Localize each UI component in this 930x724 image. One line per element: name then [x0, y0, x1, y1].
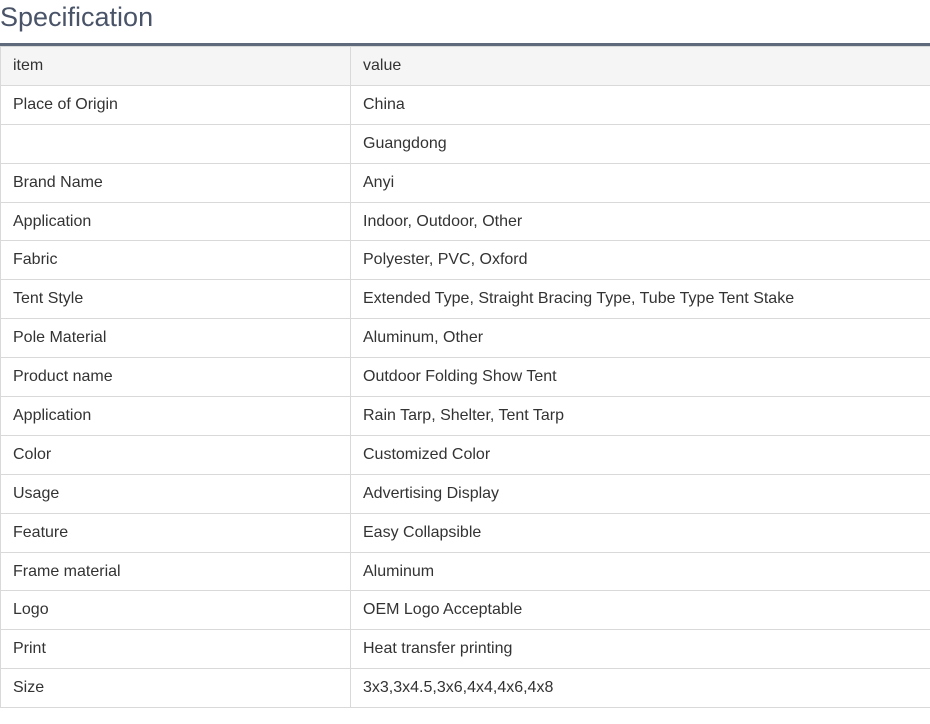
table-row: Place of Origin China	[0, 84, 930, 125]
table-row: Print Heat transfer printing	[0, 629, 930, 670]
row-item: Print	[0, 629, 351, 670]
row-value: Advertising Display	[350, 473, 930, 514]
row-item: Pole Material	[0, 318, 351, 359]
table-row: Feature Easy Collapsible	[0, 512, 930, 553]
row-value: 3x3,3x4.5,3x6,4x4,4x6,4x8	[350, 668, 930, 709]
row-item: Feature	[0, 512, 351, 553]
table-row: Product name Outdoor Folding Show Tent	[0, 357, 930, 398]
table-row: Color Customized Color	[0, 434, 930, 475]
table-row: Brand Name Anyi	[0, 162, 930, 203]
table-row: Size 3x3,3x4.5,3x6,4x4,4x6,4x8	[0, 668, 930, 709]
row-value: OEM Logo Acceptable	[350, 590, 930, 631]
row-item: Place of Origin	[0, 84, 351, 125]
table-row: Logo OEM Logo Acceptable	[0, 590, 930, 631]
row-item: Brand Name	[0, 162, 351, 203]
table-row: Guangdong	[0, 123, 930, 164]
table-row: Tent Style Extended Type, Straight Braci…	[0, 279, 930, 320]
row-value: Heat transfer printing	[350, 629, 930, 670]
row-value: Indoor, Outdoor, Other	[350, 201, 930, 242]
row-item: Logo	[0, 590, 351, 631]
row-value: Customized Color	[350, 434, 930, 475]
table-header-row: item value	[0, 46, 930, 86]
row-value: Guangdong	[350, 123, 930, 164]
specification-table: item value Place of Origin China Guangdo…	[0, 46, 930, 709]
row-value: Outdoor Folding Show Tent	[350, 357, 930, 398]
row-value: Anyi	[350, 162, 930, 203]
row-value: Aluminum	[350, 551, 930, 592]
section-title: Specification	[0, 2, 154, 32]
row-value: Rain Tarp, Shelter, Tent Tarp	[350, 396, 930, 436]
row-item: Usage	[0, 473, 351, 514]
row-item: Tent Style	[0, 279, 351, 320]
row-item: Application	[0, 396, 351, 436]
header-value: value	[350, 46, 930, 86]
table-row: Frame material Aluminum	[0, 551, 930, 592]
table-row: Pole Material Aluminum, Other	[0, 318, 930, 359]
row-item	[0, 123, 351, 164]
row-value: Polyester, PVC, Oxford	[350, 240, 930, 281]
row-value: Aluminum, Other	[350, 318, 930, 359]
row-value: China	[350, 84, 930, 125]
table-row: Usage Advertising Display	[0, 473, 930, 514]
header-item: item	[0, 46, 351, 86]
row-item: Fabric	[0, 240, 351, 281]
row-item: Color	[0, 434, 351, 475]
table-row: Fabric Polyester, PVC, Oxford	[0, 240, 930, 281]
row-item: Size	[0, 668, 351, 709]
table-row: Application Rain Tarp, Shelter, Tent Tar…	[0, 396, 930, 436]
row-value: Extended Type, Straight Bracing Type, Tu…	[350, 279, 930, 320]
row-value: Easy Collapsible	[350, 512, 930, 553]
row-item: Frame material	[0, 551, 351, 592]
row-item: Application	[0, 201, 351, 242]
table-row: Application Indoor, Outdoor, Other	[0, 201, 930, 242]
row-item: Product name	[0, 357, 351, 398]
